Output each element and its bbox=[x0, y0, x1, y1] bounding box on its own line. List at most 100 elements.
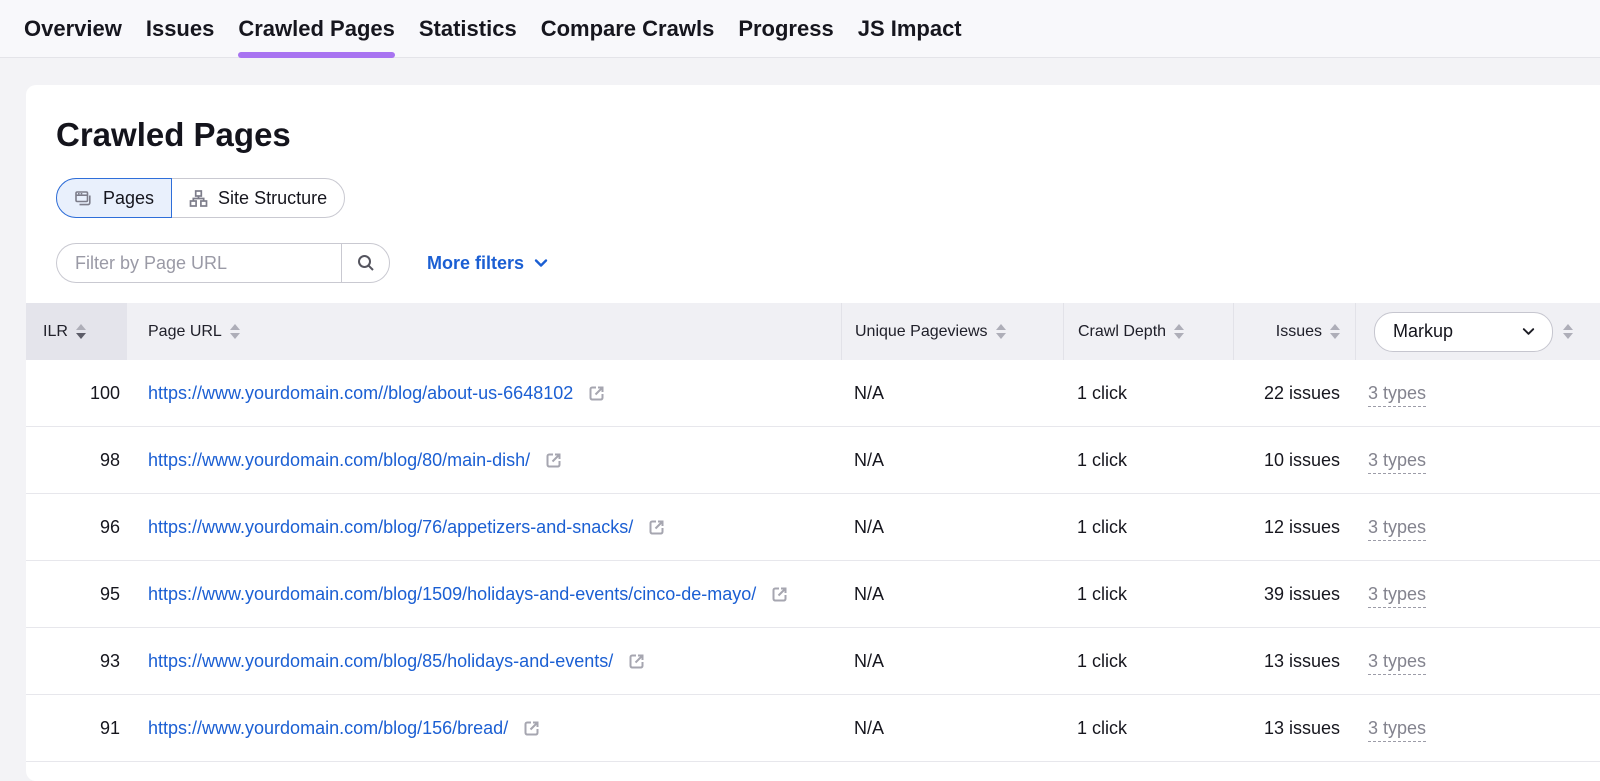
crawl-depth-cell: 1 click bbox=[1063, 649, 1233, 674]
table-header: ILR Page URL Unique Pageviews Crawl Dept… bbox=[26, 303, 1600, 360]
page-url-cell: https://www.yourdomain.com/blog/80/main-… bbox=[127, 448, 841, 473]
external-link-icon[interactable] bbox=[646, 517, 667, 538]
sort-icon bbox=[1330, 324, 1340, 339]
markup-cell: 3 types bbox=[1355, 716, 1600, 741]
toggle-site-structure-label: Site Structure bbox=[218, 188, 327, 209]
nav-tab-label: Compare Crawls bbox=[541, 16, 715, 42]
toggle-pages-label: Pages bbox=[103, 188, 154, 209]
markup-types-link[interactable]: 3 types bbox=[1368, 718, 1426, 742]
nav-tab-label: JS Impact bbox=[858, 16, 962, 42]
page-url-cell: https://www.yourdomain.com/blog/1509/hol… bbox=[127, 582, 841, 607]
view-toggle: Pages Site Structure bbox=[56, 178, 345, 218]
toggle-pages[interactable]: Pages bbox=[56, 178, 172, 218]
unique-pageviews-cell: N/A bbox=[841, 448, 1063, 473]
table-row: 95 https://www.yourdomain.com/blog/1509/… bbox=[26, 561, 1600, 628]
column-label: Page URL bbox=[148, 323, 222, 341]
crawl-depth-cell: 1 click bbox=[1063, 381, 1233, 406]
unique-pageviews-cell: N/A bbox=[841, 716, 1063, 741]
external-link-icon[interactable] bbox=[521, 718, 542, 739]
page-url-cell: https://www.yourdomain.com//blog/about-u… bbox=[127, 381, 841, 406]
table-row: 96 https://www.yourdomain.com/blog/76/ap… bbox=[26, 494, 1600, 561]
unique-pageviews-cell: N/A bbox=[841, 582, 1063, 607]
nav-tab-overview[interactable]: Overview bbox=[24, 0, 122, 57]
issues-cell: 10 issues bbox=[1233, 448, 1355, 473]
issues-cell: 39 issues bbox=[1233, 582, 1355, 607]
page-url-link[interactable]: https://www.yourdomain.com/blog/156/brea… bbox=[148, 716, 508, 741]
nav-tab-progress[interactable]: Progress bbox=[738, 0, 833, 57]
crawl-depth-cell: 1 click bbox=[1063, 515, 1233, 540]
site-structure-icon bbox=[189, 189, 208, 208]
search-button[interactable] bbox=[341, 243, 390, 283]
markup-types-link[interactable]: 3 types bbox=[1368, 517, 1426, 541]
column-header-unique-pageviews[interactable]: Unique Pageviews bbox=[841, 303, 1063, 360]
markup-types-link[interactable]: 3 types bbox=[1368, 450, 1426, 474]
column-label: Unique Pageviews bbox=[855, 323, 988, 341]
crawl-depth-cell: 1 click bbox=[1063, 716, 1233, 741]
column-label: ILR bbox=[43, 323, 68, 341]
toggle-site-structure[interactable]: Site Structure bbox=[172, 179, 344, 217]
nav-tab-crawled-pages[interactable]: Crawled Pages bbox=[238, 0, 395, 57]
ilr-cell: 95 bbox=[26, 582, 127, 607]
nav-tab-label: Overview bbox=[24, 16, 122, 42]
nav-tab-label: Statistics bbox=[419, 16, 517, 42]
nav-tab-statistics[interactable]: Statistics bbox=[419, 0, 517, 57]
nav-tab-label: Progress bbox=[738, 16, 833, 42]
nav-tab-js-impact[interactable]: JS Impact bbox=[858, 0, 962, 57]
page-background: Crawled Pages Pages bbox=[0, 58, 1600, 781]
column-header-markup: Markup bbox=[1355, 303, 1600, 360]
top-navigation: Overview Issues Crawled Pages Statistics Com… bbox=[0, 0, 1600, 58]
table-body: 100 https://www.yourdomain.com//blog/abo… bbox=[26, 360, 1600, 762]
ilr-cell: 91 bbox=[26, 716, 127, 741]
sort-icon bbox=[230, 324, 240, 339]
page-url-link[interactable]: https://www.yourdomain.com/blog/80/main-… bbox=[148, 448, 530, 473]
sort-icon[interactable] bbox=[1563, 324, 1573, 339]
markup-cell: 3 types bbox=[1355, 448, 1600, 473]
external-link-icon[interactable] bbox=[586, 383, 607, 404]
markup-types-link[interactable]: 3 types bbox=[1368, 383, 1426, 407]
unique-pageviews-cell: N/A bbox=[841, 649, 1063, 674]
pages-icon bbox=[74, 189, 93, 208]
column-header-crawl-depth[interactable]: Crawl Depth bbox=[1063, 303, 1233, 360]
column-header-page-url[interactable]: Page URL bbox=[127, 303, 841, 360]
markup-types-link[interactable]: 3 types bbox=[1368, 584, 1426, 608]
page-url-link[interactable]: https://www.yourdomain.com/blog/76/appet… bbox=[148, 515, 633, 540]
markup-select-value: Markup bbox=[1393, 321, 1453, 342]
table-row: 91 https://www.yourdomain.com/blog/156/b… bbox=[26, 695, 1600, 762]
crawl-depth-cell: 1 click bbox=[1063, 582, 1233, 607]
column-header-ilr[interactable]: ILR bbox=[26, 303, 127, 360]
page-url-link[interactable]: https://www.yourdomain.com/blog/85/holid… bbox=[148, 649, 613, 674]
column-label: Crawl Depth bbox=[1078, 323, 1166, 341]
unique-pageviews-cell: N/A bbox=[841, 381, 1063, 406]
external-link-icon[interactable] bbox=[769, 584, 790, 605]
nav-tab-label: Issues bbox=[146, 16, 215, 42]
page-url-cell: https://www.yourdomain.com/blog/85/holid… bbox=[127, 649, 841, 674]
nav-tab-issues[interactable]: Issues bbox=[146, 0, 215, 57]
markup-cell: 3 types bbox=[1355, 515, 1600, 540]
page-url-filter-input[interactable] bbox=[56, 243, 341, 283]
crawl-depth-cell: 1 click bbox=[1063, 448, 1233, 473]
column-header-issues[interactable]: Issues bbox=[1233, 303, 1355, 360]
markup-types-link[interactable]: 3 types bbox=[1368, 651, 1426, 675]
markup-column-select[interactable]: Markup bbox=[1374, 312, 1553, 352]
column-label: Issues bbox=[1276, 323, 1322, 341]
external-link-icon[interactable] bbox=[626, 651, 647, 672]
crawled-pages-table: ILR Page URL Unique Pageviews Crawl Dept… bbox=[26, 303, 1600, 762]
page-url-link[interactable]: https://www.yourdomain.com/blog/1509/hol… bbox=[148, 582, 756, 607]
chevron-down-icon bbox=[1521, 324, 1536, 339]
ilr-cell: 100 bbox=[26, 381, 127, 406]
sort-icon bbox=[76, 324, 86, 339]
nav-tab-compare-crawls[interactable]: Compare Crawls bbox=[541, 0, 715, 57]
table-row: 98 https://www.yourdomain.com/blog/80/ma… bbox=[26, 427, 1600, 494]
issues-cell: 22 issues bbox=[1233, 381, 1355, 406]
markup-cell: 3 types bbox=[1355, 381, 1600, 406]
search-icon bbox=[356, 253, 376, 273]
page-url-cell: https://www.yourdomain.com/blog/76/appet… bbox=[127, 515, 841, 540]
table-row: 93 https://www.yourdomain.com/blog/85/ho… bbox=[26, 628, 1600, 695]
issues-cell: 12 issues bbox=[1233, 515, 1355, 540]
issues-cell: 13 issues bbox=[1233, 716, 1355, 741]
issues-cell: 13 issues bbox=[1233, 649, 1355, 674]
more-filters-button[interactable]: More filters bbox=[427, 253, 549, 274]
markup-cell: 3 types bbox=[1355, 582, 1600, 607]
page-url-link[interactable]: https://www.yourdomain.com//blog/about-u… bbox=[148, 381, 573, 406]
external-link-icon[interactable] bbox=[543, 450, 564, 471]
